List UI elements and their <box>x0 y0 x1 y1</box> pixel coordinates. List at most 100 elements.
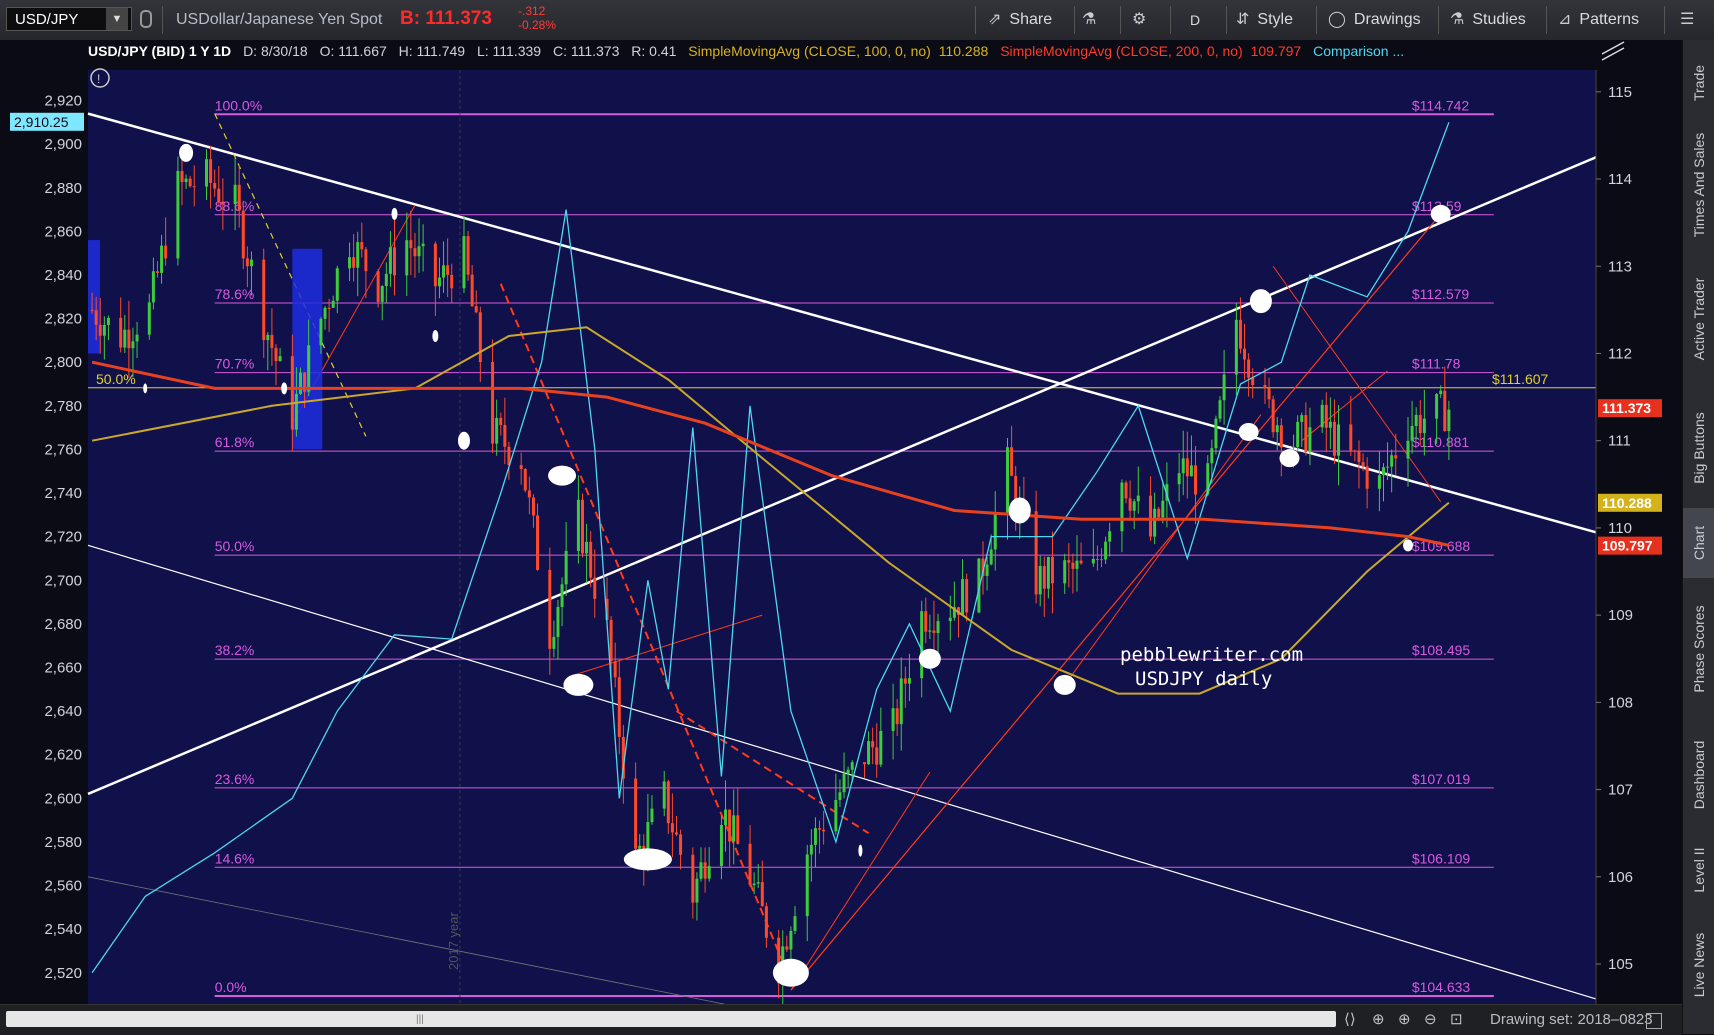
candle-body <box>233 184 237 204</box>
candle-body <box>499 417 503 426</box>
zoom-out-icon[interactable]: ⊖ <box>1424 1010 1437 1028</box>
scroll-grip[interactable]: ||| <box>416 1014 424 1025</box>
style-button[interactable]: ⇵ Style <box>1236 0 1293 40</box>
side-tab-chart[interactable]: Chart <box>1683 508 1714 578</box>
candle-body <box>466 236 470 275</box>
candle-body <box>409 240 413 249</box>
candle-body <box>613 661 617 678</box>
price-tag-label: 109.797 <box>1602 538 1653 554</box>
time-scrollbar[interactable]: ||| <box>6 1011 1336 1027</box>
side-tab-trade[interactable]: Trade <box>1683 48 1714 118</box>
candle-body <box>1406 440 1410 459</box>
studies-label: Studies <box>1472 11 1526 28</box>
candle-body <box>1243 348 1247 360</box>
candle-body <box>703 862 707 879</box>
candle-body <box>413 248 417 257</box>
candle-body <box>1349 424 1353 451</box>
side-tabs: Trade Times And Sales Active Trader Big But… <box>1682 40 1714 1034</box>
candle-body <box>290 356 294 430</box>
candle-body <box>478 312 482 363</box>
price-tag-label: 110.288 <box>1602 495 1652 511</box>
candle-body <box>1214 418 1218 449</box>
drawings-button[interactable]: ◯ Drawings <box>1328 0 1421 40</box>
candle-body <box>151 271 155 303</box>
candle-body <box>850 762 854 770</box>
candle-body <box>813 828 817 845</box>
side-tab-level-ii[interactable]: Level II <box>1683 832 1714 908</box>
patterns-button[interactable]: ⊿ Patterns <box>1558 0 1639 40</box>
candle-body <box>589 541 593 578</box>
side-tab-times-and-sales[interactable]: Times And Sales <box>1683 122 1714 248</box>
candle-body <box>1410 425 1414 441</box>
annotation-ellipse <box>281 382 288 395</box>
chart-legend: USD/JPY (BID) 1 Y 1D D: 8/30/18 O: 111.6… <box>88 43 1412 63</box>
side-tab-phase-scores[interactable]: Phase Scores <box>1683 580 1714 718</box>
candle-body <box>1332 421 1336 456</box>
candle-body <box>707 866 711 879</box>
zoom-fit-icon[interactable]: ⊡ <box>1450 1010 1463 1028</box>
pan-left-icon[interactable]: ⟨⟩ <box>1344 1010 1356 1028</box>
candle-body <box>147 302 151 335</box>
candle-body <box>1238 319 1242 349</box>
candle-body <box>1108 531 1112 542</box>
side-tab-dashboard[interactable]: Dashboard <box>1683 720 1714 830</box>
candle-body <box>903 678 907 684</box>
menu-icon: ☰ <box>1680 11 1695 28</box>
candle-body <box>1275 425 1279 433</box>
settings-button[interactable]: ⚙ <box>1132 0 1154 40</box>
annotation-ellipse <box>918 648 941 669</box>
candle-body <box>1247 359 1251 378</box>
grid-icon[interactable] <box>1646 1013 1662 1029</box>
candle-body <box>102 324 106 336</box>
candle-body <box>871 741 875 748</box>
symbol-description: USDollar/Japanese Yen Spot <box>176 11 383 28</box>
studies-button[interactable]: ⚗ Studies <box>1450 0 1526 40</box>
right-axis-label: 115 <box>1608 84 1632 101</box>
candle-body <box>552 636 556 649</box>
candle-body <box>176 170 180 259</box>
side-tab-big-buttons[interactable]: Big Buttons <box>1683 390 1714 506</box>
candle-body <box>1365 466 1369 489</box>
candle-body <box>94 310 98 325</box>
candle-body <box>793 916 797 931</box>
candle-body <box>221 201 225 204</box>
left-axis-label: 2,600 <box>44 790 82 807</box>
candle-body <box>736 815 740 844</box>
candle-body <box>1381 467 1385 476</box>
zoom-in-icon[interactable]: ⊕ <box>1398 1010 1411 1028</box>
candle-body <box>1071 562 1075 569</box>
left-axis-label: 2,680 <box>44 616 82 633</box>
candle-body <box>1128 498 1132 511</box>
candle-body <box>719 824 723 867</box>
legend-sma200: SimpleMovingAvg (CLOSE, 200, 0, no) <box>1000 43 1243 59</box>
fib-price: $111.78 <box>1412 356 1461 372</box>
candle-body <box>188 178 192 187</box>
period-button[interactable]: D <box>1190 0 1200 40</box>
left-axis-label: 2,880 <box>44 180 82 197</box>
menu-button[interactable]: ☰ <box>1680 0 1702 40</box>
candle-body <box>1079 560 1083 564</box>
flask-icon: ⚗ <box>1450 11 1465 28</box>
share-button[interactable]: ⇗ Share <box>988 0 1052 40</box>
candle-body <box>862 762 866 765</box>
candle-body <box>331 300 335 308</box>
side-tab-live-news[interactable]: Live News <box>1683 910 1714 1020</box>
left-axis-label: 2,760 <box>44 441 82 458</box>
link-icon[interactable] <box>140 10 152 28</box>
annotation-ellipse <box>143 383 148 394</box>
candle-body <box>1304 415 1308 453</box>
candle-body <box>932 630 936 634</box>
legend-comparison[interactable]: Comparison ... <box>1313 43 1404 59</box>
left-axis-label: 2,780 <box>44 398 82 415</box>
legend-title: USD/JPY (BID) 1 Y 1D <box>88 43 232 59</box>
symbol-dropdown-button[interactable]: ▼ <box>106 8 128 30</box>
price-chart[interactable]: 100.0%$114.74288.6%$113.5978.6%$112.5797… <box>0 40 1682 1004</box>
side-tab-active-trader[interactable]: Active Trader <box>1683 250 1714 388</box>
crosshair-icon[interactable]: ⊕ <box>1372 1010 1385 1028</box>
candle-body <box>548 569 552 649</box>
flask-button[interactable]: ⚗ <box>1082 0 1104 40</box>
candle-body <box>818 828 822 830</box>
candle-body <box>1361 462 1365 467</box>
candle-body <box>895 708 899 725</box>
fib-price: $106.109 <box>1412 850 1471 866</box>
